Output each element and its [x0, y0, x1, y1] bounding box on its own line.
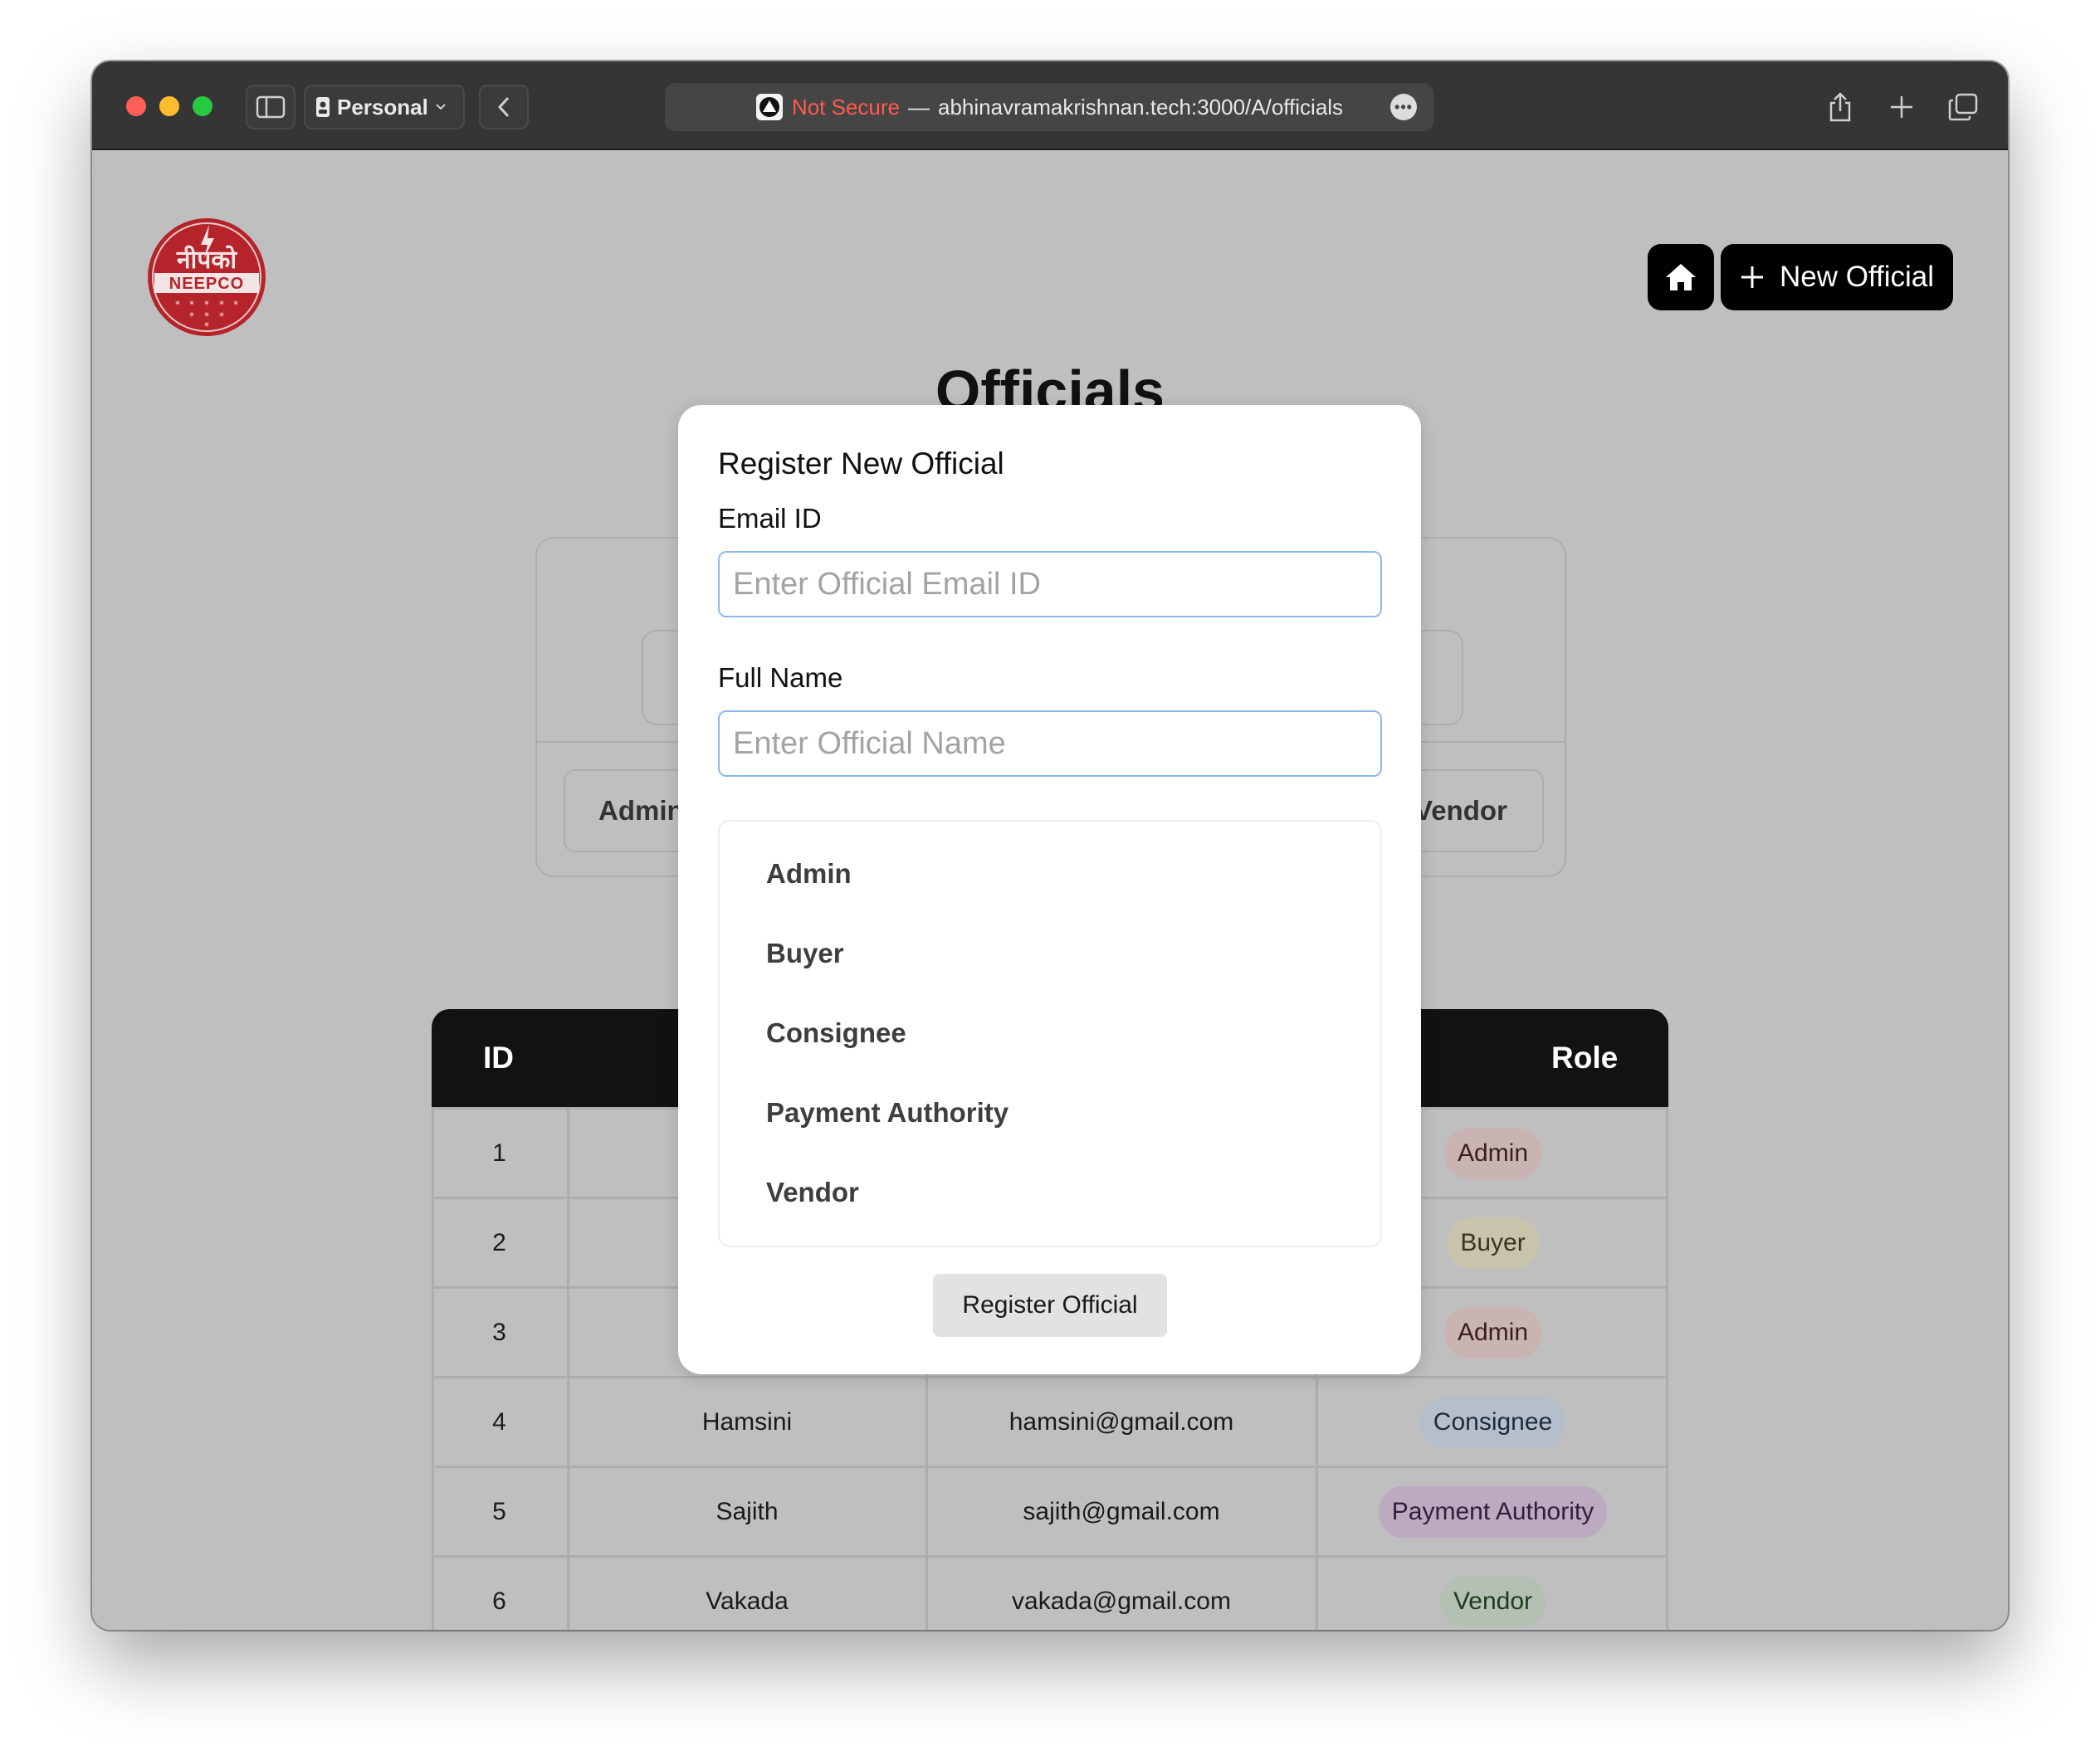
register-official-modal: Register New Official Email ID Full Name…	[678, 405, 1421, 1374]
close-window-button[interactable]	[126, 96, 146, 116]
neepco-logo: नीपको NEEPCO * * * * * * * * *	[146, 217, 267, 342]
table-row[interactable]: 4 Hamsini hamsini@gmail.com Consignee	[432, 1376, 1668, 1468]
person-badge-icon	[316, 97, 330, 117]
table-row[interactable]: 6 Vakada vakada@gmail.com Vendor	[432, 1555, 1668, 1630]
home-button[interactable]	[1648, 244, 1714, 310]
not-secure-label: Not Secure	[791, 94, 901, 119]
column-header-id: ID	[483, 1041, 514, 1075]
home-icon	[1666, 264, 1696, 290]
full-name-label: Full Name	[718, 662, 843, 693]
cell-id: 6	[492, 1587, 506, 1615]
tab-overview-button[interactable]	[1938, 85, 1988, 129]
cell-name: Hamsini	[701, 1407, 793, 1436]
cell-name: Sajith	[715, 1497, 779, 1525]
cell-id: 1	[492, 1139, 506, 1167]
role-option-payment-authority[interactable]: Payment Authority	[766, 1097, 1008, 1129]
plus-icon	[1741, 266, 1763, 288]
role-badge: Admin	[1443, 1306, 1542, 1358]
svg-text:*: *	[175, 299, 180, 310]
role-badge: Buyer	[1447, 1217, 1539, 1269]
browser-window: Personal Not Secure — abhinavramakrishna…	[92, 61, 2008, 1630]
back-button[interactable]	[479, 85, 529, 129]
svg-text:*: *	[189, 310, 194, 322]
full-name-input[interactable]	[718, 710, 1382, 777]
address-bar[interactable]: Not Secure — abhinavramakrishnan.tech:30…	[665, 83, 1433, 131]
zoom-window-button[interactable]	[193, 96, 212, 116]
share-button[interactable]	[1815, 85, 1865, 129]
role-badge: Vendor	[1439, 1575, 1546, 1627]
cell-email: sajith@gmail.com	[1023, 1497, 1220, 1525]
role-option-vendor[interactable]: Vendor	[766, 1177, 859, 1208]
tabs-icon	[1948, 93, 1978, 121]
role-select-list: Admin Buyer Consignee Payment Authority …	[718, 820, 1382, 1247]
cell-email: vakada@gmail.com	[1012, 1587, 1231, 1615]
profile-selector[interactable]: Personal	[304, 85, 465, 129]
svg-text:*: *	[204, 299, 209, 310]
role-option-admin[interactable]: Admin	[766, 858, 852, 890]
page-content: नीपको NEEPCO * * * * * * * * * New Official Of…	[92, 150, 2008, 1630]
filter-chip-label: Admin	[598, 795, 684, 826]
chevron-left-icon	[497, 96, 510, 118]
url-text: abhinavramakrishnan.tech:3000/A/official…	[938, 94, 1344, 119]
new-official-button[interactable]: New Official	[1721, 244, 1953, 310]
email-label: Email ID	[718, 503, 822, 534]
cell-id: 3	[492, 1318, 506, 1346]
share-icon	[1829, 92, 1851, 122]
role-badge: Admin	[1443, 1127, 1542, 1179]
logo-emblem-icon: नीपको NEEPCO * * * * * * * * *	[148, 218, 266, 336]
logo-english-text: NEEPCO	[169, 275, 244, 293]
register-official-button[interactable]: Register Official	[933, 1274, 1167, 1337]
cell-id: 4	[492, 1407, 506, 1436]
svg-text:*: *	[204, 320, 209, 332]
url-separator: —	[908, 94, 930, 119]
role-option-buyer[interactable]: Buyer	[766, 938, 844, 969]
modal-title: Register New Official	[718, 446, 1004, 480]
column-header-role: Role	[1551, 1041, 1619, 1075]
cell-email: hamsini@gmail.com	[1008, 1407, 1234, 1436]
minimize-window-button[interactable]	[159, 96, 179, 116]
sidebar-icon	[256, 95, 286, 119]
sidebar-toggle-button[interactable]	[246, 85, 295, 129]
plus-icon	[1891, 96, 1912, 118]
role-badge: Payment Authority	[1378, 1485, 1608, 1538]
svg-text:*: *	[189, 299, 194, 310]
cell-name: Vakada	[706, 1587, 789, 1615]
svg-text:*: *	[219, 299, 224, 310]
chevron-down-icon	[436, 104, 446, 110]
profile-label: Personal	[337, 94, 428, 119]
page-menu-icon[interactable]: •••	[1390, 94, 1417, 120]
email-input[interactable]	[718, 551, 1382, 617]
new-official-label: New Official	[1779, 261, 1935, 293]
filter-chip-label: Vendor	[1414, 795, 1507, 826]
logo-hindi-text: नीपको	[176, 245, 237, 275]
table-row[interactable]: 5 Sajith sajith@gmail.com Payment Author…	[432, 1466, 1668, 1558]
site-favicon-icon	[755, 94, 783, 120]
role-option-consignee[interactable]: Consignee	[766, 1017, 906, 1049]
cell-id: 5	[492, 1497, 506, 1525]
browser-toolbar: Personal Not Secure — abhinavramakrishna…	[92, 61, 2008, 150]
svg-text:*: *	[233, 299, 238, 310]
role-badge: Consignee	[1419, 1396, 1566, 1448]
svg-text:*: *	[219, 310, 224, 322]
cell-id: 2	[492, 1228, 506, 1256]
new-tab-button[interactable]	[1877, 85, 1927, 129]
